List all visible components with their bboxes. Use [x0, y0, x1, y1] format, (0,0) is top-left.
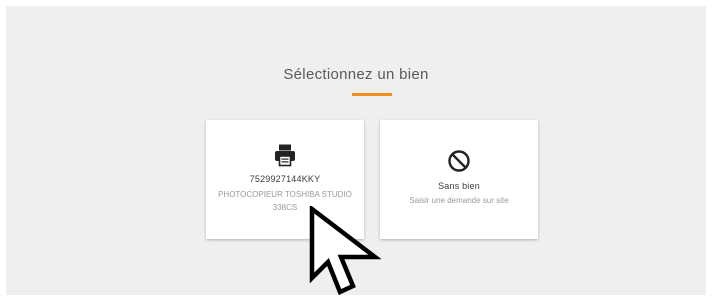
card-subtitle: Saisir une demande sur site — [409, 196, 509, 205]
no-entry-icon — [380, 148, 538, 174]
card-title: 7529927144KKY — [249, 174, 321, 184]
printer-icon — [206, 142, 364, 168]
card-title: Sans bien — [438, 181, 480, 191]
page-title: Sélectionnez un bien — [283, 66, 429, 83]
mouse-pointer-icon — [309, 204, 382, 300]
no-asset-card[interactable]: Sans bien Saisir une demande sur site — [380, 120, 538, 239]
title-underline — [352, 93, 392, 96]
